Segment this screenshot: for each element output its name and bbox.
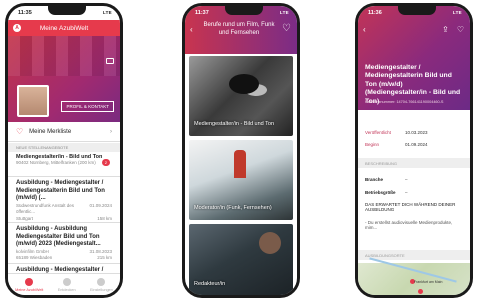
page-title: Berufe rund um Film, Funk und Fernsehen xyxy=(203,22,275,36)
phone-job-detail: 11:36 LTE ‹ ⇪ ♡ Mediengestalter / Medienge… xyxy=(355,3,473,298)
job-distance: 215 km xyxy=(97,255,112,260)
nav-entdecken[interactable]: Entdecken xyxy=(57,277,76,292)
job-company: Südwestrundfunk Anstalt des öffentlic... xyxy=(16,202,75,215)
home-icon xyxy=(25,277,34,286)
nav-label: Einstellungen xyxy=(89,287,113,292)
nav-label: Meine AzubiWelt xyxy=(15,287,44,292)
notch xyxy=(225,6,263,15)
nav-label: Entdecken xyxy=(57,287,76,292)
filter-subtitle: 90402 Nürnberg, Mittelfranken (200 km) xyxy=(16,160,96,165)
clock: 11:37 xyxy=(195,10,209,16)
back-icon[interactable]: ‹ xyxy=(363,25,366,34)
nav-einstellungen[interactable]: Einstellungen xyxy=(89,277,113,292)
value: 10.03.2023 xyxy=(405,130,428,135)
section-header: BESCHREIBUNG xyxy=(358,158,470,168)
profile-contact-button[interactable]: PROFIL & KONTAKT xyxy=(61,101,114,112)
reference-number: Referenznummer: 14704-766141190004460-S xyxy=(365,100,444,104)
chevron-right-icon: › xyxy=(110,128,112,135)
bottom-nav: Meine AzubiWelt Entdecken Einstellungen xyxy=(8,273,120,295)
app-logo: A xyxy=(13,24,21,32)
tile-label: Moderator/in (Funk, Fernsehen) xyxy=(194,205,272,211)
merkliste-label: Meine Merkliste xyxy=(29,128,72,135)
label: Beginn xyxy=(365,142,380,147)
label: Betriebsgröße xyxy=(365,190,396,195)
value: – xyxy=(405,177,408,182)
compass-icon xyxy=(62,277,71,286)
signal-indicator: LTE xyxy=(279,10,289,15)
job-title: Ausbildung - Ausbildung Mediengestalter … xyxy=(16,226,101,247)
phone-azubiwelt: 11:35 LTE A Meine AzubiWelt PROFIL & KONT… xyxy=(5,3,123,298)
back-icon[interactable]: ‹ xyxy=(190,25,193,34)
gear-icon xyxy=(97,277,106,286)
clock: 11:36 xyxy=(368,10,382,16)
map-label: Frankfurt am Main xyxy=(414,280,443,284)
branche-row: Branche – xyxy=(365,177,463,182)
merkliste-row[interactable]: ♡ Meine Merkliste › xyxy=(8,122,120,142)
published-row: Veröffentlicht 10.03.2023 xyxy=(365,130,463,135)
nav-azubiwelt[interactable]: Meine AzubiWelt xyxy=(15,277,44,292)
list-item[interactable]: Ausbildung - Mediengestalter / Medienges… xyxy=(8,176,120,222)
camera-icon[interactable] xyxy=(106,58,114,64)
location-map[interactable]: Frankfurt am Main xyxy=(358,257,470,295)
career-tile-moderator[interactable]: Moderator/in (Funk, Fernsehen) xyxy=(189,140,293,220)
start-row: Beginn 01.09.2024 xyxy=(365,142,463,147)
section-header: NEUE STELLENANGEBOTE xyxy=(8,143,120,152)
heart-icon[interactable]: ♡ xyxy=(457,25,464,34)
heart-icon[interactable]: ♡ xyxy=(282,23,291,34)
label: Branche xyxy=(365,177,384,182)
heart-icon: ♡ xyxy=(16,127,24,136)
header-photo xyxy=(8,36,120,76)
avatar[interactable] xyxy=(17,85,49,117)
list-item[interactable]: Ausbildung - Ausbildung Mediengestalter … xyxy=(8,222,120,262)
label: Veröffentlicht xyxy=(365,130,391,135)
expect-text: - Du erstellst audiovisuelle Medienprodu… xyxy=(365,220,453,230)
profile-hero: PROFIL & KONTAKT xyxy=(8,36,120,122)
map-pin-icon[interactable] xyxy=(418,289,423,294)
career-tile-mediengestalter[interactable]: Mediengestalter/in - Bild und Ton xyxy=(189,56,293,136)
tile-label: Mediengestalter/in - Bild und Ton xyxy=(194,121,275,127)
value: – xyxy=(405,190,408,195)
value: 01.09.2024 xyxy=(405,142,428,147)
job-date: 01.09.2024 xyxy=(89,202,112,208)
phone-berufe: 11:37 LTE ‹ Berufe rund um Film, Funk und… xyxy=(182,3,300,298)
job-title: Ausbildung - Mediengestalter / Medienges… xyxy=(16,180,105,201)
tile-label: Redakteur/in xyxy=(194,281,226,287)
expect-heading: DAS ERWARTET DICH WÄHREND DEINER AUSBILD… xyxy=(365,202,456,212)
share-icon[interactable]: ⇪ xyxy=(442,25,449,34)
app-header: A Meine AzubiWelt xyxy=(8,20,120,36)
count-badge: 2 xyxy=(101,159,110,166)
job-city: 65189 Wiesbaden xyxy=(16,255,53,260)
signal-indicator: LTE xyxy=(102,10,112,15)
clock: 11:35 xyxy=(18,10,32,16)
betrieb-row: Betriebsgröße – xyxy=(365,190,463,195)
notch xyxy=(48,6,86,15)
career-tile-redakteur[interactable]: Redakteur/in xyxy=(189,224,293,295)
notch xyxy=(398,6,436,15)
signal-indicator: LTE xyxy=(452,10,462,15)
page-title: Meine AzubiWelt xyxy=(39,24,89,32)
